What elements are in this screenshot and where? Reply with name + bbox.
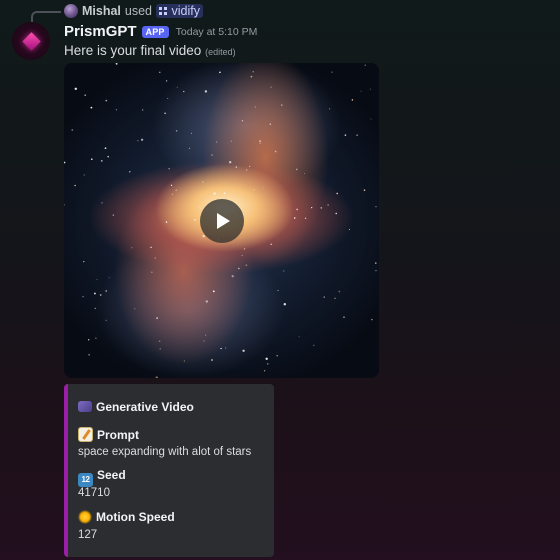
- replied-username[interactable]: Mishal: [82, 4, 121, 18]
- reply-used-text: used: [124, 4, 153, 18]
- prism-gem-icon: [21, 31, 41, 51]
- message-timestamp[interactable]: Today at 5:10 PM: [176, 26, 258, 38]
- message-content: Here is your final video (edited): [64, 43, 236, 58]
- embed-title: Generative Video: [78, 400, 194, 414]
- reply-connector-line: [31, 11, 61, 22]
- embed-field-value-prompt: space expanding with alot of stars: [78, 446, 252, 458]
- message-text: Here is your final video: [64, 43, 202, 58]
- bot-avatar[interactable]: [12, 22, 50, 60]
- embed-card: Generative Video Prompt space expanding …: [64, 384, 274, 557]
- movie-camera-icon: [78, 401, 92, 412]
- author-username[interactable]: PrismGPT: [64, 23, 137, 40]
- play-icon: [217, 212, 230, 229]
- slash-command-name: vidify: [171, 4, 200, 18]
- embed-field-value-seed: 41710: [78, 487, 110, 499]
- sun-icon: [78, 510, 92, 524]
- field-name-motion-speed: Motion Speed: [96, 510, 175, 524]
- input-numbers-icon: 12: [78, 473, 93, 487]
- embed-field-name-seed: 12 Seed: [78, 468, 126, 487]
- embed-field-name-prompt: Prompt: [78, 427, 139, 442]
- memo-icon: [78, 427, 93, 442]
- message-header: PrismGPT APP Today at 5:10 PM: [64, 23, 257, 40]
- play-button[interactable]: [199, 198, 244, 243]
- slash-command-mention[interactable]: vidify: [156, 4, 203, 18]
- embed-field-value-motion-speed: 127: [78, 529, 98, 541]
- field-name-seed: Seed: [97, 468, 126, 482]
- video-attachment[interactable]: [64, 63, 379, 378]
- edited-indicator: (edited): [205, 47, 236, 57]
- slash-command-icon: [159, 7, 168, 15]
- field-name-prompt: Prompt: [97, 428, 139, 442]
- embed-field-name-motion-speed: Motion Speed: [78, 510, 175, 524]
- app-badge: APP: [141, 25, 169, 38]
- embed-title-text: Generative Video: [96, 400, 194, 414]
- replied-user-avatar[interactable]: [64, 4, 78, 18]
- reply-reference[interactable]: Mishal used vidify: [64, 3, 203, 19]
